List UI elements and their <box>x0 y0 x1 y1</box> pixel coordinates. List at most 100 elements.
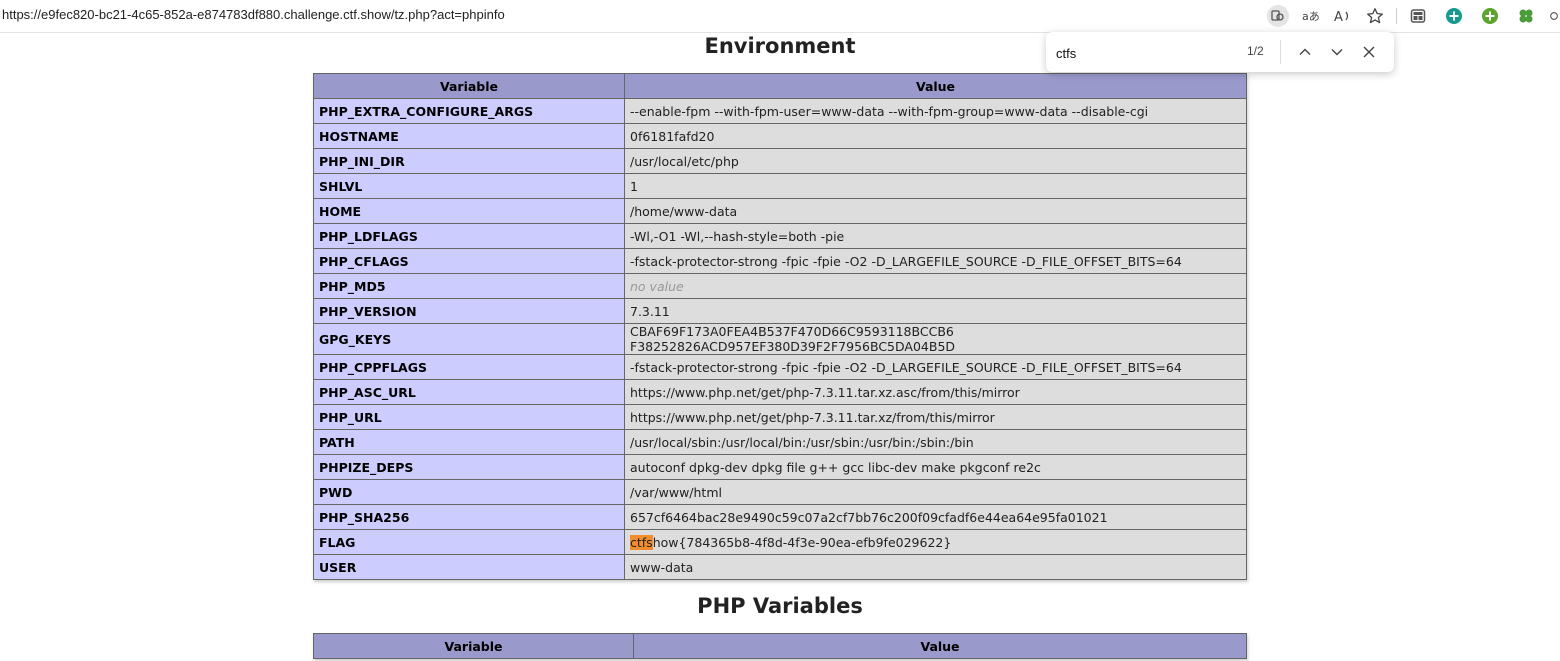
clover-extension-icon[interactable] <box>1515 5 1537 27</box>
table-row: HOSTNAME 0f6181fafd20 <box>313 123 1247 149</box>
variable-value: autoconf dpkg-dev dpkg file g++ gcc libc… <box>624 454 1247 480</box>
column-header-variable: Variable <box>313 73 625 99</box>
find-match-count: 1/2 <box>1247 44 1264 58</box>
collections-icon[interactable] <box>1407 5 1429 27</box>
value-text: www-data <box>630 559 694 575</box>
edge-extension-teal-icon[interactable] <box>1443 5 1465 27</box>
table-header-row: Variable Value <box>313 633 1247 659</box>
favorite-star-icon[interactable] <box>1364 5 1386 27</box>
variable-value: /usr/local/sbin:/usr/local/bin:/usr/sbin… <box>624 429 1247 455</box>
value-text: https://www.php.net/get/php-7.3.11.tar.x… <box>630 384 1020 400</box>
variable-value: 657cf6464bac28e9490c59c07a2cf7bb76c200f0… <box>624 504 1247 530</box>
read-aloud-icon[interactable]: A <box>1332 5 1354 27</box>
value-text: https://www.php.net/get/php-7.3.11.tar.x… <box>630 409 995 425</box>
site-info-icon[interactable] <box>1267 5 1289 27</box>
variable-name: PHP_VERSION <box>313 298 625 324</box>
variable-name: PHP_URL <box>313 404 625 430</box>
variable-name: PHP_INI_DIR <box>313 148 625 174</box>
column-header-value: Value <box>624 73 1247 99</box>
variable-value: 7.3.11 <box>624 298 1247 324</box>
browser-toolbar: https://e9fec820-bc21-4c65-852a-e874783d… <box>0 0 1560 33</box>
variable-name: GPG_KEYS <box>313 323 625 355</box>
variable-value: https://www.php.net/get/php-7.3.11.tar.x… <box>624 404 1247 430</box>
toolbar-divider <box>1396 8 1397 24</box>
variable-name: PHP_SHA256 <box>313 504 625 530</box>
value-text: /usr/local/etc/php <box>630 153 739 169</box>
variable-name: HOME <box>313 198 625 224</box>
close-icon[interactable] <box>1357 40 1381 64</box>
variable-value: ctfshow{784365b8-4f8d-4f3e-90ea-efb9fe02… <box>624 529 1247 555</box>
variable-name: USER <box>313 554 625 580</box>
find-prev-icon[interactable] <box>1293 40 1317 64</box>
value-text: /home/www-data <box>630 203 738 219</box>
find-input[interactable] <box>1054 42 1228 64</box>
table-row: FLAG ctfshow{784365b8-4f8d-4f3e-90ea-efb9… <box>313 529 1247 555</box>
variable-name: PHP_EXTRA_CONFIGURE_ARGS <box>313 98 625 124</box>
find-bar <box>1046 32 1394 72</box>
address-bar-url[interactable]: https://e9fec820-bc21-4c65-852a-e874783d… <box>2 7 505 22</box>
settings-icon[interactable] <box>1548 5 1560 27</box>
value-text: 657cf6464bac28e9490c59c07a2cf7bb76c200f0… <box>630 509 1108 525</box>
translate-icon[interactable]: aあ <box>1300 5 1322 27</box>
table-row: PHPIZE_DEPS autoconf dpkg-dev dpkg file g… <box>313 454 1247 480</box>
value-text: --enable-fpm --with-fpm-user=www-data --… <box>630 103 1149 119</box>
value-text: how{784365b8-4f8d-4f3e-90ea-efb9fe029622… <box>652 534 952 550</box>
variable-name: PHP_LDFLAGS <box>313 223 625 249</box>
table-row: PHP_LDFLAGS -Wl,-O1 -Wl,--hash-style=both… <box>313 223 1247 249</box>
environment-table-body: PHP_EXTRA_CONFIGURE_ARGS --enable-fpm --w… <box>313 98 1247 580</box>
value-text: autoconf dpkg-dev dpkg file g++ gcc libc… <box>630 459 1041 475</box>
table-row: GPG_KEYS CBAF69F173A0FEA4B537F470D66C9593… <box>313 323 1247 355</box>
table-row: PHP_SHA256 657cf6464bac28e9490c59c07a2cf7… <box>313 504 1247 530</box>
variable-value: -Wl,-O1 -Wl,--hash-style=both -pie <box>624 223 1247 249</box>
variable-value: 1 <box>624 173 1247 199</box>
value-text: no value <box>630 278 684 294</box>
table-row: PHP_CFLAGS -fstack-protector-strong -fpic… <box>313 248 1247 274</box>
variable-name: SHLVL <box>313 173 625 199</box>
variable-name: PHP_MD5 <box>313 273 625 299</box>
edge-extension-green-icon[interactable] <box>1479 5 1501 27</box>
value-text: -fstack-protector-strong -fpic -fpie -O2… <box>630 253 1182 269</box>
variable-value: no value <box>624 273 1247 299</box>
table-row: PHP_INI_DIR/usr/local/etc/php <box>313 148 1247 174</box>
value-text: 1 <box>630 178 638 194</box>
column-header-variable: Variable <box>313 633 634 659</box>
variable-value: 0f6181fafd20 <box>624 123 1247 149</box>
value-text: CBAF69F173A0FEA4B537F470D66C9593118BCCB6… <box>630 324 956 354</box>
svg-text:aあ: aあ <box>1302 10 1320 23</box>
variable-value: CBAF69F173A0FEA4B537F470D66C9593118BCCB6… <box>624 323 1247 355</box>
find-highlight: ctfs <box>630 534 653 550</box>
variable-value: www-data <box>624 554 1247 580</box>
variable-name: PWD <box>313 479 625 505</box>
value-text: /var/www/html <box>630 484 722 500</box>
variable-name: PHPIZE_DEPS <box>313 454 625 480</box>
php-variables-heading: PHP Variables <box>697 594 863 618</box>
variable-value: /var/www/html <box>624 479 1247 505</box>
find-next-icon[interactable] <box>1325 40 1349 64</box>
value-text: 7.3.11 <box>630 303 670 319</box>
variable-name: FLAG <box>313 529 625 555</box>
table-header-row: Variable Value <box>313 73 1247 99</box>
table-row: USER www-data <box>313 554 1247 580</box>
variable-name: PATH <box>313 429 625 455</box>
table-row: PWD/var/www/html <box>313 479 1247 505</box>
variable-name: PHP_ASC_URL <box>313 379 625 405</box>
find-divider <box>1280 40 1281 64</box>
value-text: 0f6181fafd20 <box>630 128 715 144</box>
table-row: SHLVL 1 <box>313 173 1247 199</box>
environment-table: Variable Value PHP_EXTRA_CONFIGURE_ARGS -… <box>313 73 1247 580</box>
table-row: HOME/home/www-data <box>313 198 1247 224</box>
variable-value: -fstack-protector-strong -fpic -fpie -O2… <box>624 248 1247 274</box>
table-row: PHP_CPPFLAGS -fstack-protector-strong -fp… <box>313 354 1247 380</box>
column-header-value: Value <box>633 633 1247 659</box>
value-text: -fstack-protector-strong -fpic -fpie -O2… <box>630 359 1182 375</box>
variable-name: PHP_CFLAGS <box>313 248 625 274</box>
table-row: PHP_MD5 no value <box>313 273 1247 299</box>
table-row: PHP_ASC_URL https://www.php.net/get/php-7… <box>313 379 1247 405</box>
php-variables-table: Variable Value <box>313 633 1247 659</box>
variable-value: https://www.php.net/get/php-7.3.11.tar.x… <box>624 379 1247 405</box>
value-text: /usr/local/sbin:/usr/local/bin:/usr/sbin… <box>630 434 974 450</box>
variable-value: --enable-fpm --with-fpm-user=www-data --… <box>624 98 1247 124</box>
table-row: PHP_URL https://www.php.net/get/php-7.3.1… <box>313 404 1247 430</box>
variable-value: /usr/local/etc/php <box>624 148 1247 174</box>
table-row: PHP_EXTRA_CONFIGURE_ARGS --enable-fpm --w… <box>313 98 1247 124</box>
